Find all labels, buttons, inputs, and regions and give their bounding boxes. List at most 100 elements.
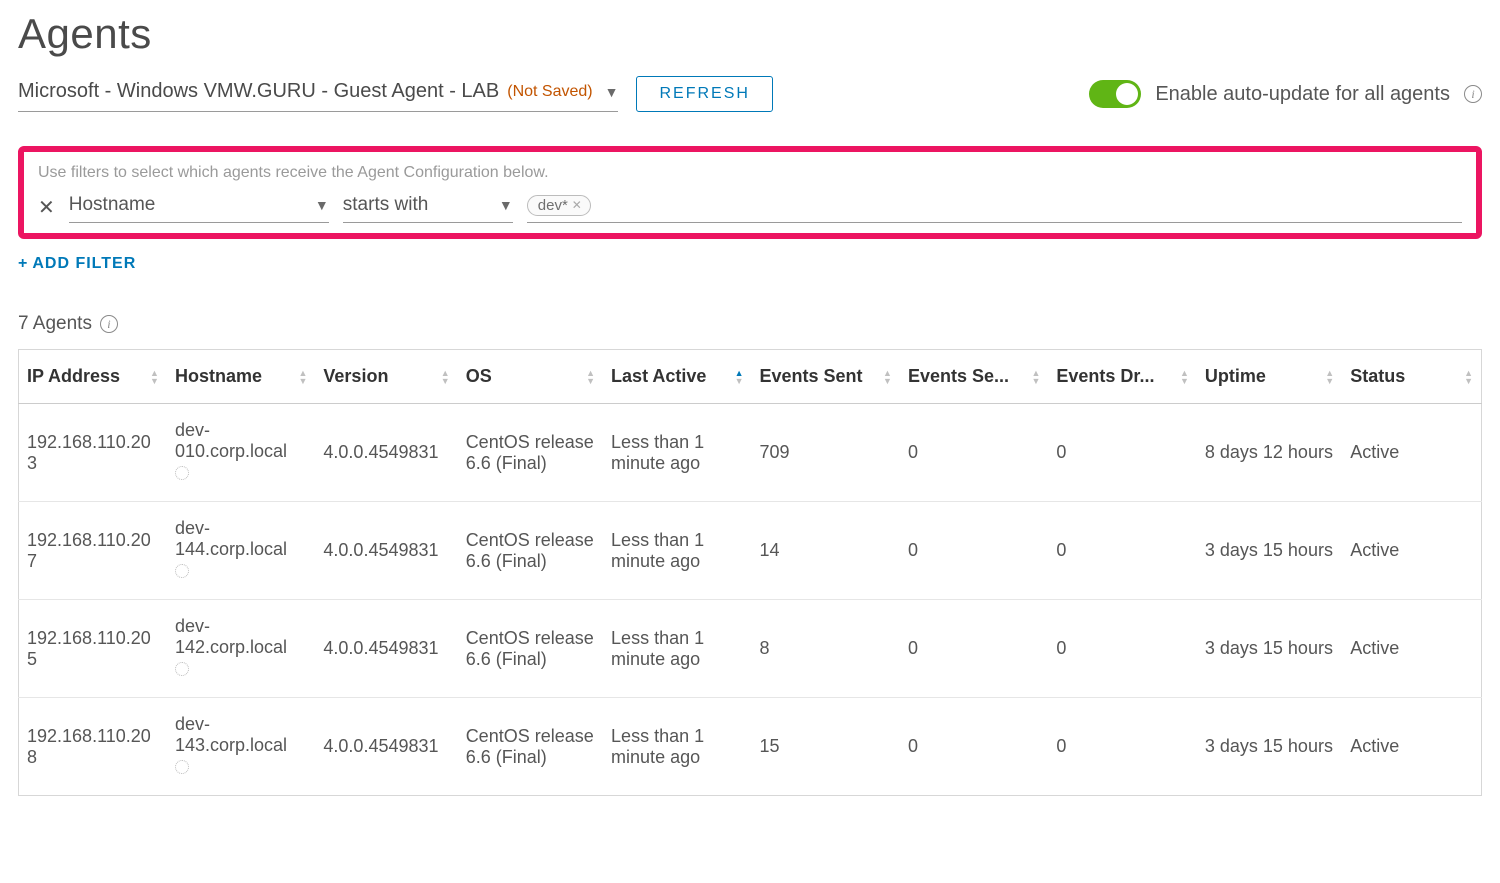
chevron-down-icon: ▼ [315,197,329,213]
info-icon[interactable]: i [100,315,118,333]
refresh-button[interactable]: REFRESH [636,76,772,112]
plus-icon: + [18,255,28,273]
column-header[interactable]: Events Sent ▲▼ [752,350,900,404]
cell-version: 4.0.0.4549831 [315,600,457,698]
table-row[interactable]: 192.168.110.205dev-142.corp.local4.0.0.4… [19,600,1482,698]
column-label: Events Sent [760,366,863,387]
cell-dr: 0 [1048,502,1196,600]
cell-status: Active [1342,502,1481,600]
cell-os: CentOS release 6.6 (Final) [458,698,603,796]
column-label: Status [1350,366,1405,387]
cell-uptime: 3 days 15 hours [1197,502,1342,600]
cell-status: Active [1342,404,1481,502]
cell-host: dev-010.corp.local [167,404,315,502]
column-header[interactable]: Version ▲▼ [315,350,457,404]
cell-version: 4.0.0.4549831 [315,404,457,502]
column-header[interactable]: OS ▲▼ [458,350,603,404]
cell-host: dev-142.corp.local [167,600,315,698]
cell-sent: 15 [752,698,900,796]
filter-operator-value: starts with [343,194,429,216]
column-header[interactable]: Hostname ▲▼ [167,350,315,404]
auto-update-toggle[interactable] [1089,80,1141,108]
sort-icon: ▲▼ [441,369,450,385]
cell-se2: 0 [900,502,1048,600]
column-header[interactable]: Events Se... ▲▼ [900,350,1048,404]
filter-field-select[interactable]: Hostname ▼ [69,192,329,223]
chip-remove-icon[interactable]: ✕ [572,198,582,212]
sort-icon: ▲▼ [1464,369,1473,385]
cell-os: CentOS release 6.6 (Final) [458,404,603,502]
column-label: Events Se... [908,366,1009,387]
cell-last: Less than 1 minute ago [603,600,751,698]
cell-os: CentOS release 6.6 (Final) [458,502,603,600]
sort-icon: ▲▼ [735,369,744,385]
auto-update-label: Enable auto-update for all agents [1155,83,1450,106]
column-header[interactable]: IP Address ▲▼ [19,350,167,404]
cell-version: 4.0.0.4549831 [315,502,457,600]
sort-icon: ▲▼ [586,369,595,385]
column-label: Hostname [175,366,262,387]
cell-se2: 0 [900,600,1048,698]
loading-icon [175,466,189,480]
column-label: IP Address [27,366,120,387]
loading-icon [175,564,189,578]
cell-status: Active [1342,698,1481,796]
sort-icon: ▲▼ [1031,369,1040,385]
cell-last: Less than 1 minute ago [603,404,751,502]
table-row[interactable]: 192.168.110.208dev-143.corp.local4.0.0.4… [19,698,1482,796]
filter-chip-label: dev* [538,197,568,214]
cell-sent: 14 [752,502,900,600]
cell-last: Less than 1 minute ago [603,698,751,796]
column-label: Version [323,366,388,387]
table-row[interactable]: 192.168.110.203dev-010.corp.local4.0.0.4… [19,404,1482,502]
column-label: Events Dr... [1056,366,1154,387]
chevron-down-icon: ▼ [605,84,619,100]
info-icon[interactable]: i [1464,85,1482,103]
column-label: Last Active [611,366,706,387]
loading-icon [175,662,189,676]
cell-dr: 0 [1048,698,1196,796]
cell-last: Less than 1 minute ago [603,502,751,600]
column-header[interactable]: Events Dr... ▲▼ [1048,350,1196,404]
cell-uptime: 8 days 12 hours [1197,404,1342,502]
column-header[interactable]: Status ▲▼ [1342,350,1481,404]
table-row[interactable]: 192.168.110.207dev-144.corp.local4.0.0.4… [19,502,1482,600]
sort-icon: ▲▼ [150,369,159,385]
close-icon[interactable]: ✕ [38,195,55,220]
cell-se2: 0 [900,404,1048,502]
cell-uptime: 3 days 15 hours [1197,600,1342,698]
add-filter-button[interactable]: + ADD FILTER [18,255,136,273]
config-label: Microsoft - Windows VMW.GURU - Guest Age… [18,80,499,103]
count-label: 7 Agents [18,313,92,335]
filter-row: ✕ Hostname ▼ starts with ▼ dev* ✕ [38,192,1462,223]
cell-sent: 709 [752,404,900,502]
cell-ip: 192.168.110.205 [19,600,167,698]
sort-icon: ▲▼ [883,369,892,385]
filter-box: Use filters to select which agents recei… [18,146,1482,239]
cell-dr: 0 [1048,404,1196,502]
sort-icon: ▲▼ [298,369,307,385]
column-header[interactable]: Uptime ▲▼ [1197,350,1342,404]
cell-se2: 0 [900,698,1048,796]
cell-ip: 192.168.110.203 [19,404,167,502]
filter-field-value: Hostname [69,194,156,216]
sort-icon: ▲▼ [1180,369,1189,385]
filter-value-input[interactable]: dev* ✕ [527,193,1462,223]
filter-operator-select[interactable]: starts with ▼ [343,192,513,223]
cell-uptime: 3 days 15 hours [1197,698,1342,796]
not-saved-badge: (Not Saved) [507,83,592,101]
loading-icon [175,760,189,774]
agents-count: 7 Agents i [18,313,1482,335]
cell-os: CentOS release 6.6 (Final) [458,600,603,698]
column-label: Uptime [1205,366,1266,387]
cell-status: Active [1342,600,1481,698]
config-selector[interactable]: Microsoft - Windows VMW.GURU - Guest Age… [18,76,618,112]
cell-ip: 192.168.110.208 [19,698,167,796]
agents-table: IP Address▲▼Hostname▲▼Version▲▼OS▲▼Last … [18,349,1482,796]
cell-host: dev-144.corp.local [167,502,315,600]
sort-icon: ▲▼ [1325,369,1334,385]
column-header[interactable]: Last Active ▲▼ [603,350,751,404]
cell-version: 4.0.0.4549831 [315,698,457,796]
column-label: OS [466,366,492,387]
filter-chip[interactable]: dev* ✕ [527,195,591,216]
